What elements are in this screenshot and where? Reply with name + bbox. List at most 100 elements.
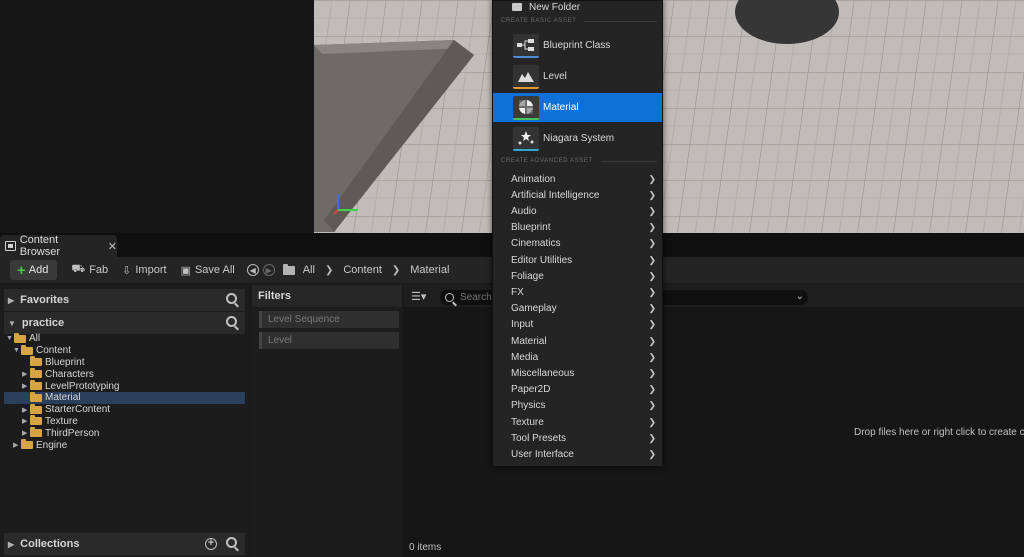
tree-item-label: ThirdPerson [45,427,100,439]
collapsed-arrow-icon[interactable]: ▶ [22,417,30,425]
menu-item-physics[interactable]: Physics ❯ [493,398,662,414]
menu-item-blueprint[interactable]: Blueprint ❯ [493,220,662,236]
menu-item-label: Blueprint Class [543,40,611,51]
menu-item-label: Paper2D [511,384,551,396]
chevron-down-icon[interactable]: ⌄ [796,291,804,302]
project-header[interactable]: ▼ practice [4,312,245,334]
menu-item-label: Miscellaneous [511,367,575,379]
tree-item-engine[interactable]: ▶ Engine [4,439,245,451]
menu-item-texture[interactable]: Texture ❯ [493,414,662,430]
menu-item-label: User Interface [511,448,574,460]
filters-title: Filters [252,285,402,307]
level-viewport[interactable] [314,0,1024,233]
menu-item-label: Niagara System [543,133,615,144]
search-icon [445,293,454,302]
expanded-arrow-icon[interactable]: ▼ [13,347,21,354]
filter-icon[interactable]: ☰▾ [411,290,426,303]
import-button[interactable]: ⇩ Import [122,264,166,277]
breadcrumb-all[interactable]: All [303,264,315,276]
back-arrow-icon[interactable]: ◀ [246,264,259,276]
search-icon[interactable] [226,537,237,551]
niagara-system-icon [513,126,539,151]
menu-item-animation[interactable]: Animation ❯ [493,171,662,187]
menu-item-media[interactable]: Media ❯ [493,349,662,365]
filter-chip-level-sequence[interactable]: Level Sequence [259,311,399,328]
menu-item-gameplay[interactable]: Gameplay ❯ [493,301,662,317]
menu-item-label: Material [511,335,547,347]
tree-item-characters[interactable]: ▶ Characters [4,368,245,380]
search-icon[interactable] [226,293,237,307]
add-collection-icon[interactable]: + [205,538,217,550]
collapsed-arrow-icon[interactable]: ▶ [22,382,30,390]
tree-item-thirdperson[interactable]: ▶ ThirdPerson [4,427,245,439]
menu-item-paper2d[interactable]: Paper2D ❯ [493,382,662,398]
chevron-right-icon: ❯ [648,222,656,233]
menu-item-foliage[interactable]: Foliage ❯ [493,268,662,284]
tree-item-label: Content [36,345,72,357]
save-all-button[interactable]: ▣ Save All [181,264,235,277]
level-icon [513,64,539,89]
menu-item-level[interactable]: Level [493,62,662,91]
menu-item-cinematics[interactable]: Cinematics ❯ [493,236,662,252]
save-icon: ▣ [180,264,191,277]
tree-item-material[interactable]: Material [4,391,245,404]
menu-item-miscellaneous[interactable]: Miscellaneous ❯ [493,365,662,381]
save-all-label: Save All [194,264,235,276]
menu-item-input[interactable]: Input ❯ [493,317,662,333]
tree-item-levelprototyping[interactable]: ▶ LevelPrototyping [4,380,245,392]
breadcrumb-content[interactable]: Content [343,264,382,276]
folder-icon [30,356,42,367]
close-icon[interactable]: ✕ [108,240,117,253]
expanded-arrow-icon[interactable]: ▼ [6,335,14,342]
menu-item-new-folder[interactable]: New Folder [493,1,662,13]
chevron-right-icon: ❯ [648,205,656,216]
collapsed-arrow-icon[interactable]: ▶ [22,429,30,437]
favorites-header[interactable]: ▶ Favorites [4,289,245,311]
filter-chip-level[interactable]: Level [259,332,399,349]
menu-item-label: Texture [511,416,544,428]
forward-arrow-icon[interactable]: ▶ [262,264,275,276]
import-label: Import [135,264,167,276]
folder-icon [30,415,42,426]
tree-item-startercontent[interactable]: ▶ StarterContent [4,403,245,416]
chevron-right-icon[interactable]: ❯ [325,265,333,276]
menu-item-label: Level [543,71,567,82]
menu-item-editor-utilities[interactable]: Editor Utilities ❯ [493,252,662,268]
tree-item-label: Engine [36,439,68,451]
collapsed-arrow-icon[interactable]: ▶ [22,406,30,414]
breadcrumb-material[interactable]: Material [410,264,449,276]
collapsed-arrow-icon[interactable]: ▶ [13,441,21,449]
chevron-right-icon: ❯ [648,400,656,411]
tab-content-browser[interactable]: Content Browser ✕ [0,234,117,258]
chevron-right-icon[interactable]: ❯ [392,265,400,276]
tree-item-content[interactable]: ▼ Content [4,344,245,357]
menu-item-niagara-system[interactable]: Niagara System [493,124,662,153]
menu-item-blueprint-class[interactable]: Blueprint Class [493,31,662,60]
menu-item-fx[interactable]: FX ❯ [493,284,662,300]
menu-item-tool-presets[interactable]: Tool Presets ❯ [493,430,662,446]
add-button[interactable]: + Add [10,260,58,280]
tree-item-label: Characters [45,368,94,380]
sources-panel: ▶ Favorites ▼ practice ▼ All ▼ Content B… [0,285,248,557]
fab-button[interactable]: ⛟ Fab [71,263,108,277]
search-icon[interactable] [226,316,237,330]
collapsed-arrow-icon[interactable]: ▶ [22,370,30,378]
collections-header[interactable]: ▶ Collections + [4,533,245,555]
blueprint-class-icon [513,33,539,58]
tree-item-all[interactable]: ▼ All [4,332,245,345]
folder-icon[interactable] [282,263,295,275]
tree-item-blueprint[interactable]: Blueprint [4,356,245,369]
folder-tree: ▼ All ▼ Content Blueprint ▶ Characters ▶… [4,332,245,451]
import-icon: ⇩ [122,264,132,277]
menu-item-material[interactable]: Material ❯ [493,333,662,349]
menu-item-artificial-intelligence[interactable]: Artificial Intelligence ❯ [493,187,662,203]
chevron-right-icon: ❯ [648,173,656,184]
menu-item-label: Cinematics [511,238,561,250]
menu-item-user-interface[interactable]: User Interface ❯ [493,446,662,462]
chevron-right-icon: ❯ [648,416,656,427]
menu-item-material[interactable]: Material [493,93,662,122]
tree-item-texture[interactable]: ▶ Texture [4,415,245,428]
viewport-scene [314,0,1024,233]
folder-icon [30,403,42,414]
menu-item-audio[interactable]: Audio ❯ [493,203,662,219]
